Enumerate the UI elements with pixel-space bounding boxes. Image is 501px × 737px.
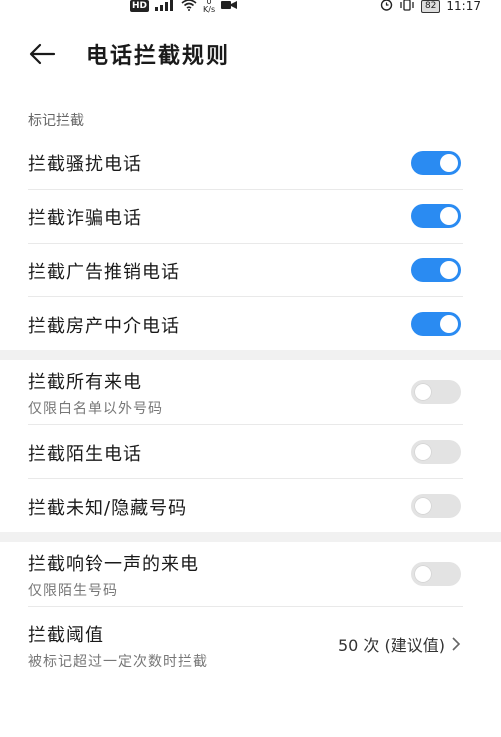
row-block-all-calls[interactable]: 拦截所有来电 仅限白名单以外号码 xyxy=(28,368,463,418)
toggle-knob xyxy=(414,497,432,515)
wifi-icon xyxy=(181,0,197,14)
signal-icon xyxy=(155,0,175,14)
section-separator xyxy=(0,532,501,542)
row-label: 拦截未知/隐藏号码 xyxy=(28,498,188,519)
row-block-real-estate[interactable]: 拦截房产中介电话 xyxy=(28,312,463,338)
divider xyxy=(28,189,463,190)
alarm-icon xyxy=(380,0,393,14)
divider xyxy=(28,243,463,244)
threshold-value-text: 50 次 (建议值) xyxy=(337,636,445,655)
hd-badge: HD xyxy=(130,0,150,12)
toggle-knob xyxy=(414,443,432,461)
row-label: 拦截骚扰电话 xyxy=(28,154,142,175)
arrow-left-icon xyxy=(29,43,56,65)
status-time: 11:17 xyxy=(446,0,481,13)
row-block-strangers[interactable]: 拦截陌生电话 xyxy=(28,440,463,466)
row-sublabel: 仅限陌生号码 xyxy=(28,583,118,599)
row-label: 拦截房产中介电话 xyxy=(28,316,180,337)
row-label: 拦截广告推销电话 xyxy=(28,262,180,283)
toggle-block-unknown[interactable] xyxy=(411,494,461,518)
row-label: 拦截响铃一声的来电 xyxy=(28,554,199,575)
toggle-block-strangers[interactable] xyxy=(411,440,461,464)
toggle-knob xyxy=(440,261,458,279)
toggle-block-harassment[interactable] xyxy=(411,151,461,175)
status-right: 82 11:17 xyxy=(380,0,481,14)
divider xyxy=(28,296,463,297)
toggle-knob xyxy=(440,207,458,225)
section-label-marked: 标记拦截 xyxy=(28,113,84,129)
toggle-knob xyxy=(414,383,432,401)
toggle-knob xyxy=(440,315,458,333)
video-camera-icon xyxy=(221,0,238,13)
threshold-value[interactable]: 50 次 (建议值) xyxy=(338,632,461,656)
vibrate-icon xyxy=(399,0,415,14)
toggle-block-all-calls[interactable] xyxy=(411,380,461,404)
back-button[interactable] xyxy=(26,38,58,70)
row-sublabel: 仅限白名单以外号码 xyxy=(28,401,163,417)
divider xyxy=(28,424,463,425)
status-bar: HD 0 K/s 82 11:17 xyxy=(0,0,501,16)
section-separator xyxy=(0,350,501,360)
row-block-harassment[interactable]: 拦截骚扰电话 xyxy=(28,150,463,176)
row-block-ring-once[interactable]: 拦截响铃一声的来电 仅限陌生号码 xyxy=(28,550,463,600)
toggle-block-ring-once[interactable] xyxy=(411,562,461,586)
row-label: 拦截所有来电 xyxy=(28,372,142,393)
row-block-fraud[interactable]: 拦截诈骗电话 xyxy=(28,204,463,230)
divider xyxy=(28,606,463,607)
battery-indicator: 82 xyxy=(420,0,441,13)
divider xyxy=(28,478,463,479)
toggle-knob xyxy=(440,154,458,172)
status-left: HD 0 K/s xyxy=(130,0,238,14)
toggle-block-real-estate[interactable] xyxy=(411,312,461,336)
app-header: 电话拦截规则 xyxy=(0,28,501,78)
row-label: 拦截诈骗电话 xyxy=(28,208,142,229)
toggle-block-advertising[interactable] xyxy=(411,258,461,282)
row-block-unknown[interactable]: 拦截未知/隐藏号码 xyxy=(28,494,463,520)
row-block-advertising[interactable]: 拦截广告推销电话 xyxy=(28,258,463,284)
row-label: 拦截陌生电话 xyxy=(28,444,142,465)
page-title: 电话拦截规则 xyxy=(86,44,231,69)
chevron-right-icon xyxy=(452,637,461,651)
network-speed: 0 K/s xyxy=(203,0,216,14)
toggle-knob xyxy=(414,565,432,583)
toggle-block-fraud[interactable] xyxy=(411,204,461,228)
